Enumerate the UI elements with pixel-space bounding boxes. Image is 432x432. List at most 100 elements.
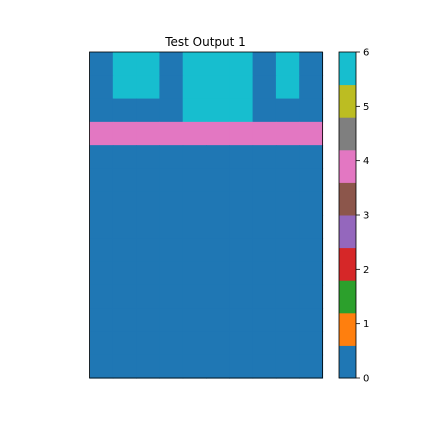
heatmap-cell xyxy=(229,121,254,146)
heatmap-cell xyxy=(182,331,207,356)
heatmap-cell xyxy=(299,191,324,216)
colorbar-segment xyxy=(339,149,356,183)
heatmap-cell xyxy=(89,75,114,100)
heatmap-cell xyxy=(89,284,114,309)
heatmap-cell xyxy=(252,308,277,333)
heatmap-cell xyxy=(159,284,184,309)
heatmap-cell xyxy=(252,191,277,216)
heatmap-cell xyxy=(136,261,160,286)
heatmap-cell xyxy=(206,191,230,216)
heatmap-cell xyxy=(182,354,207,379)
heatmap-cell xyxy=(229,145,254,170)
colorbar-segment xyxy=(339,182,356,216)
heatmap-cell xyxy=(229,354,254,379)
heatmap-cell xyxy=(89,215,114,239)
heatmap-cell xyxy=(136,191,160,216)
heatmap-cell xyxy=(229,191,254,216)
heatmap-cell xyxy=(229,238,254,263)
heatmap-cell xyxy=(275,238,300,263)
heatmap-cell xyxy=(159,75,184,100)
heatmap-cell xyxy=(182,75,207,100)
heatmap-cell xyxy=(159,238,184,263)
heatmap-cell xyxy=(182,168,207,193)
heatmap-cell xyxy=(229,261,254,286)
heatmap-cell xyxy=(136,98,160,123)
heatmap-cell xyxy=(112,354,137,379)
heatmap-cell xyxy=(275,308,300,333)
colorbar-segment xyxy=(339,52,356,86)
heatmap-cell xyxy=(182,145,207,170)
heatmap-cell xyxy=(206,52,230,76)
heatmap-cell xyxy=(275,261,300,286)
heatmap-cell xyxy=(89,261,114,286)
heatmap-cell xyxy=(159,52,184,76)
heatmap-cell xyxy=(206,261,230,286)
heatmap-cell xyxy=(136,354,160,379)
heatmap-cell xyxy=(252,168,277,193)
heatmap-cell xyxy=(206,354,230,379)
heatmap-cell xyxy=(159,331,184,356)
heatmap-cell xyxy=(275,215,300,239)
heatmap-cell xyxy=(112,191,137,216)
heatmap-cell xyxy=(136,331,160,356)
heatmap-cell xyxy=(206,238,230,263)
heatmap-cell xyxy=(275,98,300,123)
heatmap-cell xyxy=(299,168,324,193)
heatmap-cell xyxy=(182,121,207,146)
heatmap-cell xyxy=(112,168,137,193)
heatmap-cell xyxy=(112,98,137,123)
heatmap-cell xyxy=(206,121,230,146)
heatmap-cell xyxy=(159,354,184,379)
heatmap-cell xyxy=(275,331,300,356)
colorbar-segment xyxy=(339,247,356,281)
heatmap-cell xyxy=(182,261,207,286)
heatmap-cell xyxy=(159,121,184,146)
heatmap-cell xyxy=(89,52,114,76)
heatmap-cell xyxy=(206,215,230,239)
heatmap-cell xyxy=(89,331,114,356)
heatmap-cell xyxy=(252,98,277,123)
heatmap-cell xyxy=(275,284,300,309)
colorbar-tick-label: 2 xyxy=(363,265,369,276)
heatmap-cell xyxy=(89,308,114,333)
heatmap-cell xyxy=(252,75,277,100)
heatmap-cell xyxy=(182,98,207,123)
heatmap-cell xyxy=(112,145,137,170)
heatmap-cell xyxy=(275,354,300,379)
heatmap-cell xyxy=(275,168,300,193)
heatmap-cell xyxy=(206,145,230,170)
heatmap-cell xyxy=(159,215,184,239)
heatmap-cell xyxy=(229,98,254,123)
colorbar-tick-label: 6 xyxy=(363,48,369,59)
heatmap-cell xyxy=(159,261,184,286)
heatmap-cell xyxy=(299,75,324,100)
heatmap-cell xyxy=(159,98,184,123)
colorbar xyxy=(339,52,356,379)
colorbar-tick-label: 5 xyxy=(363,102,369,113)
colorbar-segment xyxy=(339,117,356,151)
heatmap-cell xyxy=(89,121,114,146)
heatmap-cell xyxy=(112,284,137,309)
heatmap-cell xyxy=(252,215,277,239)
heatmap-cell xyxy=(206,331,230,356)
heatmap-cell xyxy=(252,52,277,76)
heatmap-cell xyxy=(229,308,254,333)
heatmap-cell xyxy=(252,238,277,263)
heatmap-cell xyxy=(182,308,207,333)
heatmap-cell xyxy=(252,121,277,146)
heatmap-cell xyxy=(182,191,207,216)
heatmap-cell xyxy=(299,331,324,356)
heatmap-cell xyxy=(206,284,230,309)
colorbar-ticks: 0 1 2 3 4 5 6 xyxy=(356,48,369,385)
heatmap-cell xyxy=(229,284,254,309)
heatmap-cell xyxy=(299,308,324,333)
heatmap-cell xyxy=(112,331,137,356)
figure: Test Output 1 0 1 2 3 4 5 6 xyxy=(89,35,369,385)
heatmap-cell xyxy=(275,121,300,146)
heatmap-cell xyxy=(159,191,184,216)
heatmap-cell xyxy=(136,75,160,100)
heatmap-cell xyxy=(136,308,160,333)
heatmap-cell xyxy=(112,75,137,100)
heatmap-cell xyxy=(206,98,230,123)
heatmap-cell xyxy=(252,331,277,356)
